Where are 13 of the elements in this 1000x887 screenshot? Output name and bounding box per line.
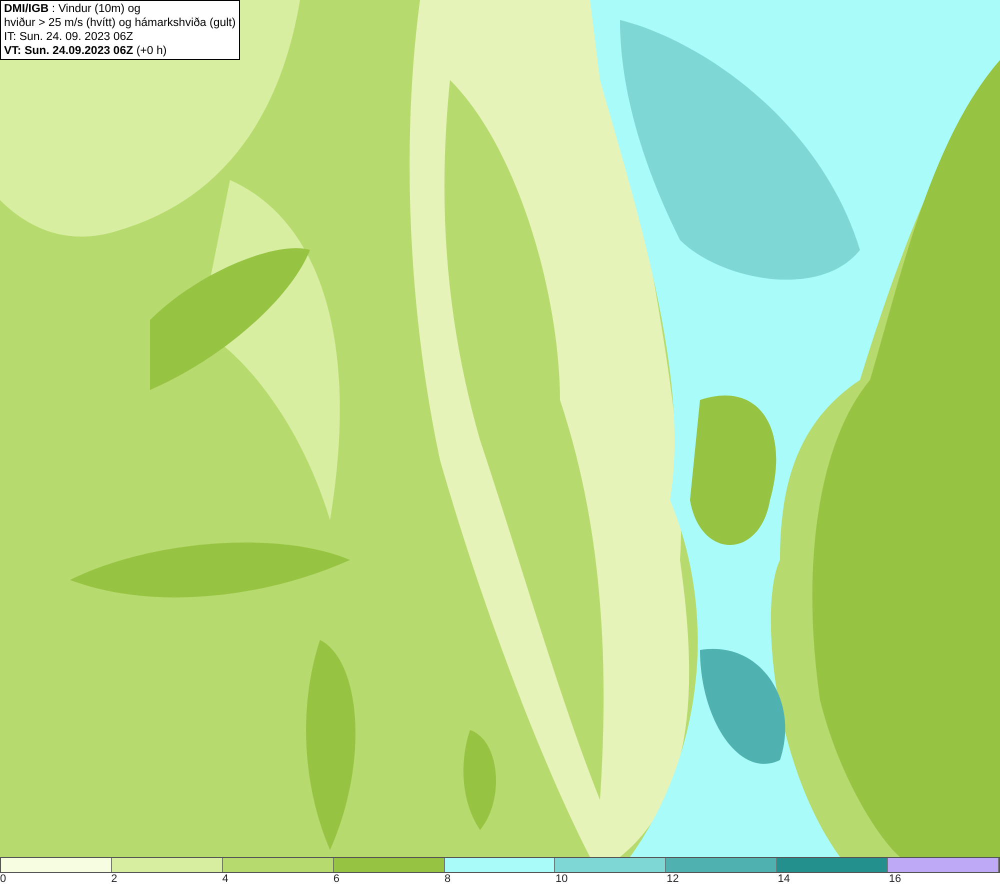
info-text: DMI/IGB : Vindur (10m) og: [4, 2, 141, 16]
info-text: hviður > 25 m/s (hvítt) og hámarkshviða (gult): [4, 16, 236, 30]
legend-tick-label: 14: [778, 873, 790, 886]
legend-tick-label: 12: [666, 873, 679, 886]
legend-tick-label: 16: [888, 873, 902, 886]
legend-tick-label: 4: [222, 873, 228, 886]
legend-tick-label: 0: [0, 873, 6, 886]
legend-tick-label: 2: [111, 873, 118, 886]
legend-tick-label: 6: [333, 873, 340, 886]
legend-tick-label: 10: [556, 873, 568, 886]
info-text: VT: Sun. 24.09.2023 06Z (+0 h): [4, 44, 167, 58]
info-text: IT: Sun. 24. 09. 2023 06Z: [4, 30, 134, 44]
legend-tick-label: 8: [444, 873, 451, 886]
